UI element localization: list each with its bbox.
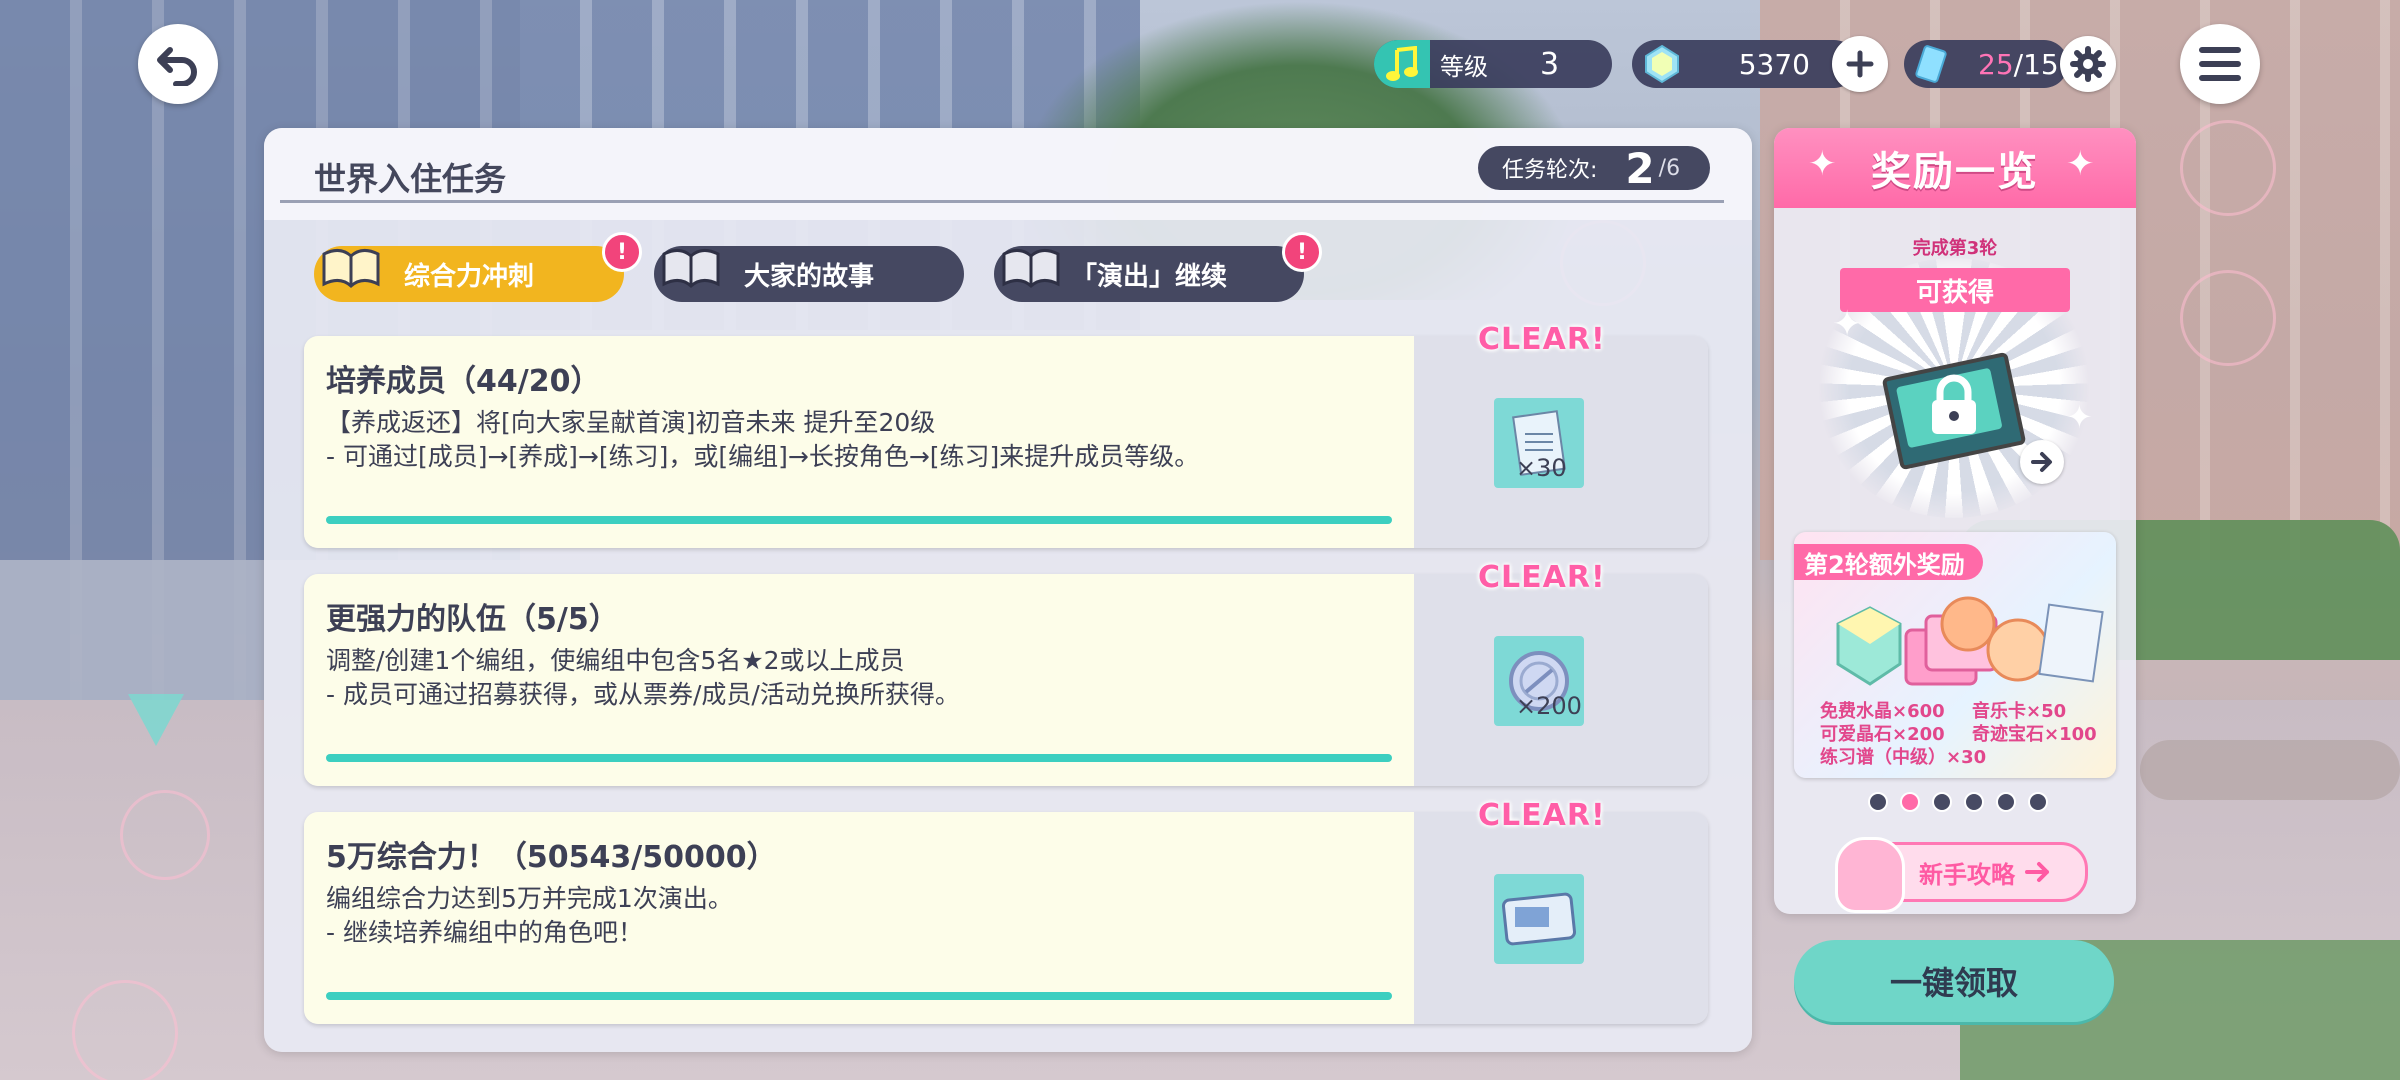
progress-bar xyxy=(326,992,1392,1000)
reward-item: 免费水晶×600 xyxy=(1820,701,1945,722)
stamina-current: 25 xyxy=(1978,47,2014,81)
reward-item: 练习谱（中级）×30 xyxy=(1820,747,1987,768)
mission-card[interactable]: 培养成员（44/20） 【养成返还】将[向大家呈献首演]初音未来 提升至20级 … xyxy=(304,336,1708,548)
arrow-right-icon xyxy=(2025,862,2049,882)
clear-stamp: CLEAR! xyxy=(1478,560,1606,595)
book-icon xyxy=(1002,249,1060,289)
tab-everyone-story[interactable]: 大家的故事 xyxy=(654,246,964,302)
progress-bar xyxy=(326,754,1392,762)
round-total: /6 xyxy=(1658,155,1681,181)
tab-label: 大家的故事 xyxy=(743,261,874,292)
tab-power-sprint[interactable]: 综合力冲刺 xyxy=(314,246,624,302)
extra-reward-tag: 第2轮额外奖励 xyxy=(1794,544,1983,580)
gacha-ticket-icon xyxy=(1494,874,1584,964)
clear-stamp: CLEAR! xyxy=(1478,322,1606,357)
tab-label: 「演出」继续 xyxy=(1070,261,1227,292)
menu-icon xyxy=(2199,47,2241,81)
next-reward-button[interactable] xyxy=(2020,440,2064,484)
mission-card[interactable]: 5万综合力！（50543/50000） 编组综合力达到5万并完成1次演出。 - … xyxy=(304,812,1708,1024)
notification-badge: ! xyxy=(1282,232,1322,272)
reward-list-panel: ✦ 奖励一览 ✦ 完成第3轮 可获得 ✦ ✦ 第2轮额外奖励 免费水晶×600 音… xyxy=(1774,128,2136,914)
sparkle-icon: ✦ xyxy=(2066,398,2093,436)
extra-reward-card[interactable]: 第2轮额外奖励 免费水晶×600 音乐卡×50 可爱晶石×200 奇迹宝石×100 … xyxy=(1794,532,2116,778)
mission-card[interactable]: 更强力的队伍（5/5） 调整/创建1个编组，使编组中包含5名★2或以上成员 - … xyxy=(304,574,1708,786)
sparkle-icon: ✦ xyxy=(1808,144,1837,184)
sparkle-icon: ✦ xyxy=(2066,144,2095,184)
mission-title: 更强力的队伍（5/5） xyxy=(326,602,619,637)
progress-bar xyxy=(326,516,1392,524)
tab-label: 综合力冲刺 xyxy=(403,261,534,292)
arrow-right-icon xyxy=(2031,452,2052,472)
reward-item: 可爱晶石×200 xyxy=(1820,724,1945,745)
book-icon xyxy=(322,249,380,289)
mission-desc-line: - 可通过[成员]→[养成]→[练习]，或[编组]→长按角色→[练习]来提升成员… xyxy=(326,442,1200,471)
sparkle-icon: ✦ xyxy=(1832,304,1863,345)
reward-item: 奇迹宝石×100 xyxy=(1972,724,2097,745)
mission-desc-line: - 继续培养编组中的角色吧！ xyxy=(326,918,643,947)
book-icon xyxy=(662,249,720,289)
crystal-icon xyxy=(1645,44,1679,84)
add-crystal-button[interactable] xyxy=(1832,36,1888,92)
mission-round: 任务轮次: 2 /6 xyxy=(1478,143,1710,193)
stamina-counter: 25 / 15 xyxy=(1904,40,2068,88)
mascot-icon xyxy=(1835,837,1905,913)
page-dot[interactable] xyxy=(1932,792,1952,812)
reward-item: 音乐卡×50 xyxy=(1972,701,2067,722)
panel-header: 世界入住任务 任务轮次: 2 /6 xyxy=(264,128,1752,220)
mission-description: 编组综合力达到5万并完成1次演出。 - 继续培养编组中的角色吧！ xyxy=(326,882,733,950)
guide-label: 新手攻略 xyxy=(1919,860,2015,889)
notification-badge: ! xyxy=(602,232,642,272)
reward-title: 奖励一览 xyxy=(1871,149,2039,195)
ribbon-banner: 完成第3轮 可获得 xyxy=(1840,238,2070,312)
reward-quantity: ×30 xyxy=(1516,454,1567,482)
settings-button[interactable] xyxy=(2060,36,2116,92)
reward-quantity: ×200 xyxy=(1516,692,1582,720)
mission-description: 【养成返还】将[向大家呈献首演]初音未来 提升至20级 - 可通过[成员]→[养… xyxy=(326,406,1199,474)
mission-desc-line: 调整/创建1个编组，使编组中包含5名★2或以上成员 xyxy=(326,646,905,675)
mission-title: 5万综合力！（50543/50000） xyxy=(326,840,777,875)
ticket-icon xyxy=(1915,45,1947,83)
lock-icon xyxy=(1932,374,1976,434)
back-icon xyxy=(157,47,197,86)
reward-items-image xyxy=(1836,596,2104,686)
header-divider xyxy=(280,200,1724,203)
reward-header: ✦ 奖励一览 ✦ xyxy=(1774,128,2136,208)
crystal-count: 5370 xyxy=(1738,47,1810,81)
stamina-max: 15 xyxy=(2023,47,2059,81)
mission-desc-line: 【养成返还】将[向大家呈献首演]初音未来 提升至20级 xyxy=(326,408,936,437)
page-indicator xyxy=(1868,792,2048,812)
mission-title: 培养成员（44/20） xyxy=(326,364,601,399)
plus-icon xyxy=(1846,50,1874,78)
stamina-separator: / xyxy=(2013,47,2024,81)
claim-all-button[interactable]: 一键领取 xyxy=(1794,940,2114,1022)
music-note-icon xyxy=(1374,40,1430,88)
beginner-guide-button[interactable]: 新手攻略 xyxy=(1835,837,2088,913)
level-value: 3 xyxy=(1540,46,1560,82)
page-dot[interactable] xyxy=(1964,792,1984,812)
page-title: 世界入住任务 xyxy=(314,160,507,198)
round-current: 2 xyxy=(1625,143,1655,193)
level-label: 等级 xyxy=(1440,52,1488,81)
page-dot[interactable] xyxy=(1996,792,2016,812)
back-button[interactable] xyxy=(138,24,218,104)
mission-description: 调整/创建1个编组，使编组中包含5名★2或以上成员 - 成员可通过招募获得，或从… xyxy=(326,644,960,712)
round-label: 任务轮次: xyxy=(1502,158,1598,183)
gear-icon xyxy=(2070,46,2106,82)
page-dot-active[interactable] xyxy=(1900,792,1920,812)
mission-desc-line: 编组综合力达到5万并完成1次演出。 xyxy=(326,884,733,913)
page-dot[interactable] xyxy=(1868,792,1888,812)
page-dot[interactable] xyxy=(2028,792,2048,812)
ribbon-text: 可获得 xyxy=(1915,277,1994,308)
player-level: 等级 3 xyxy=(1374,40,1612,88)
crystal-counter: 5370 xyxy=(1632,40,1858,88)
ribbon-subtitle: 完成第3轮 xyxy=(1912,238,1998,259)
tab-continue-performance[interactable]: 「演出」继续 xyxy=(994,246,1304,302)
mission-desc-line: - 成员可通过招募获得，或从票券/成员/活动兑换所获得。 xyxy=(326,680,960,709)
clear-stamp: CLEAR! xyxy=(1478,798,1606,833)
extra-reward-list: 免费水晶×600 音乐卡×50 可爱晶石×200 奇迹宝石×100 练习谱（中级）×… xyxy=(1820,700,2097,769)
menu-button[interactable] xyxy=(2180,24,2260,104)
